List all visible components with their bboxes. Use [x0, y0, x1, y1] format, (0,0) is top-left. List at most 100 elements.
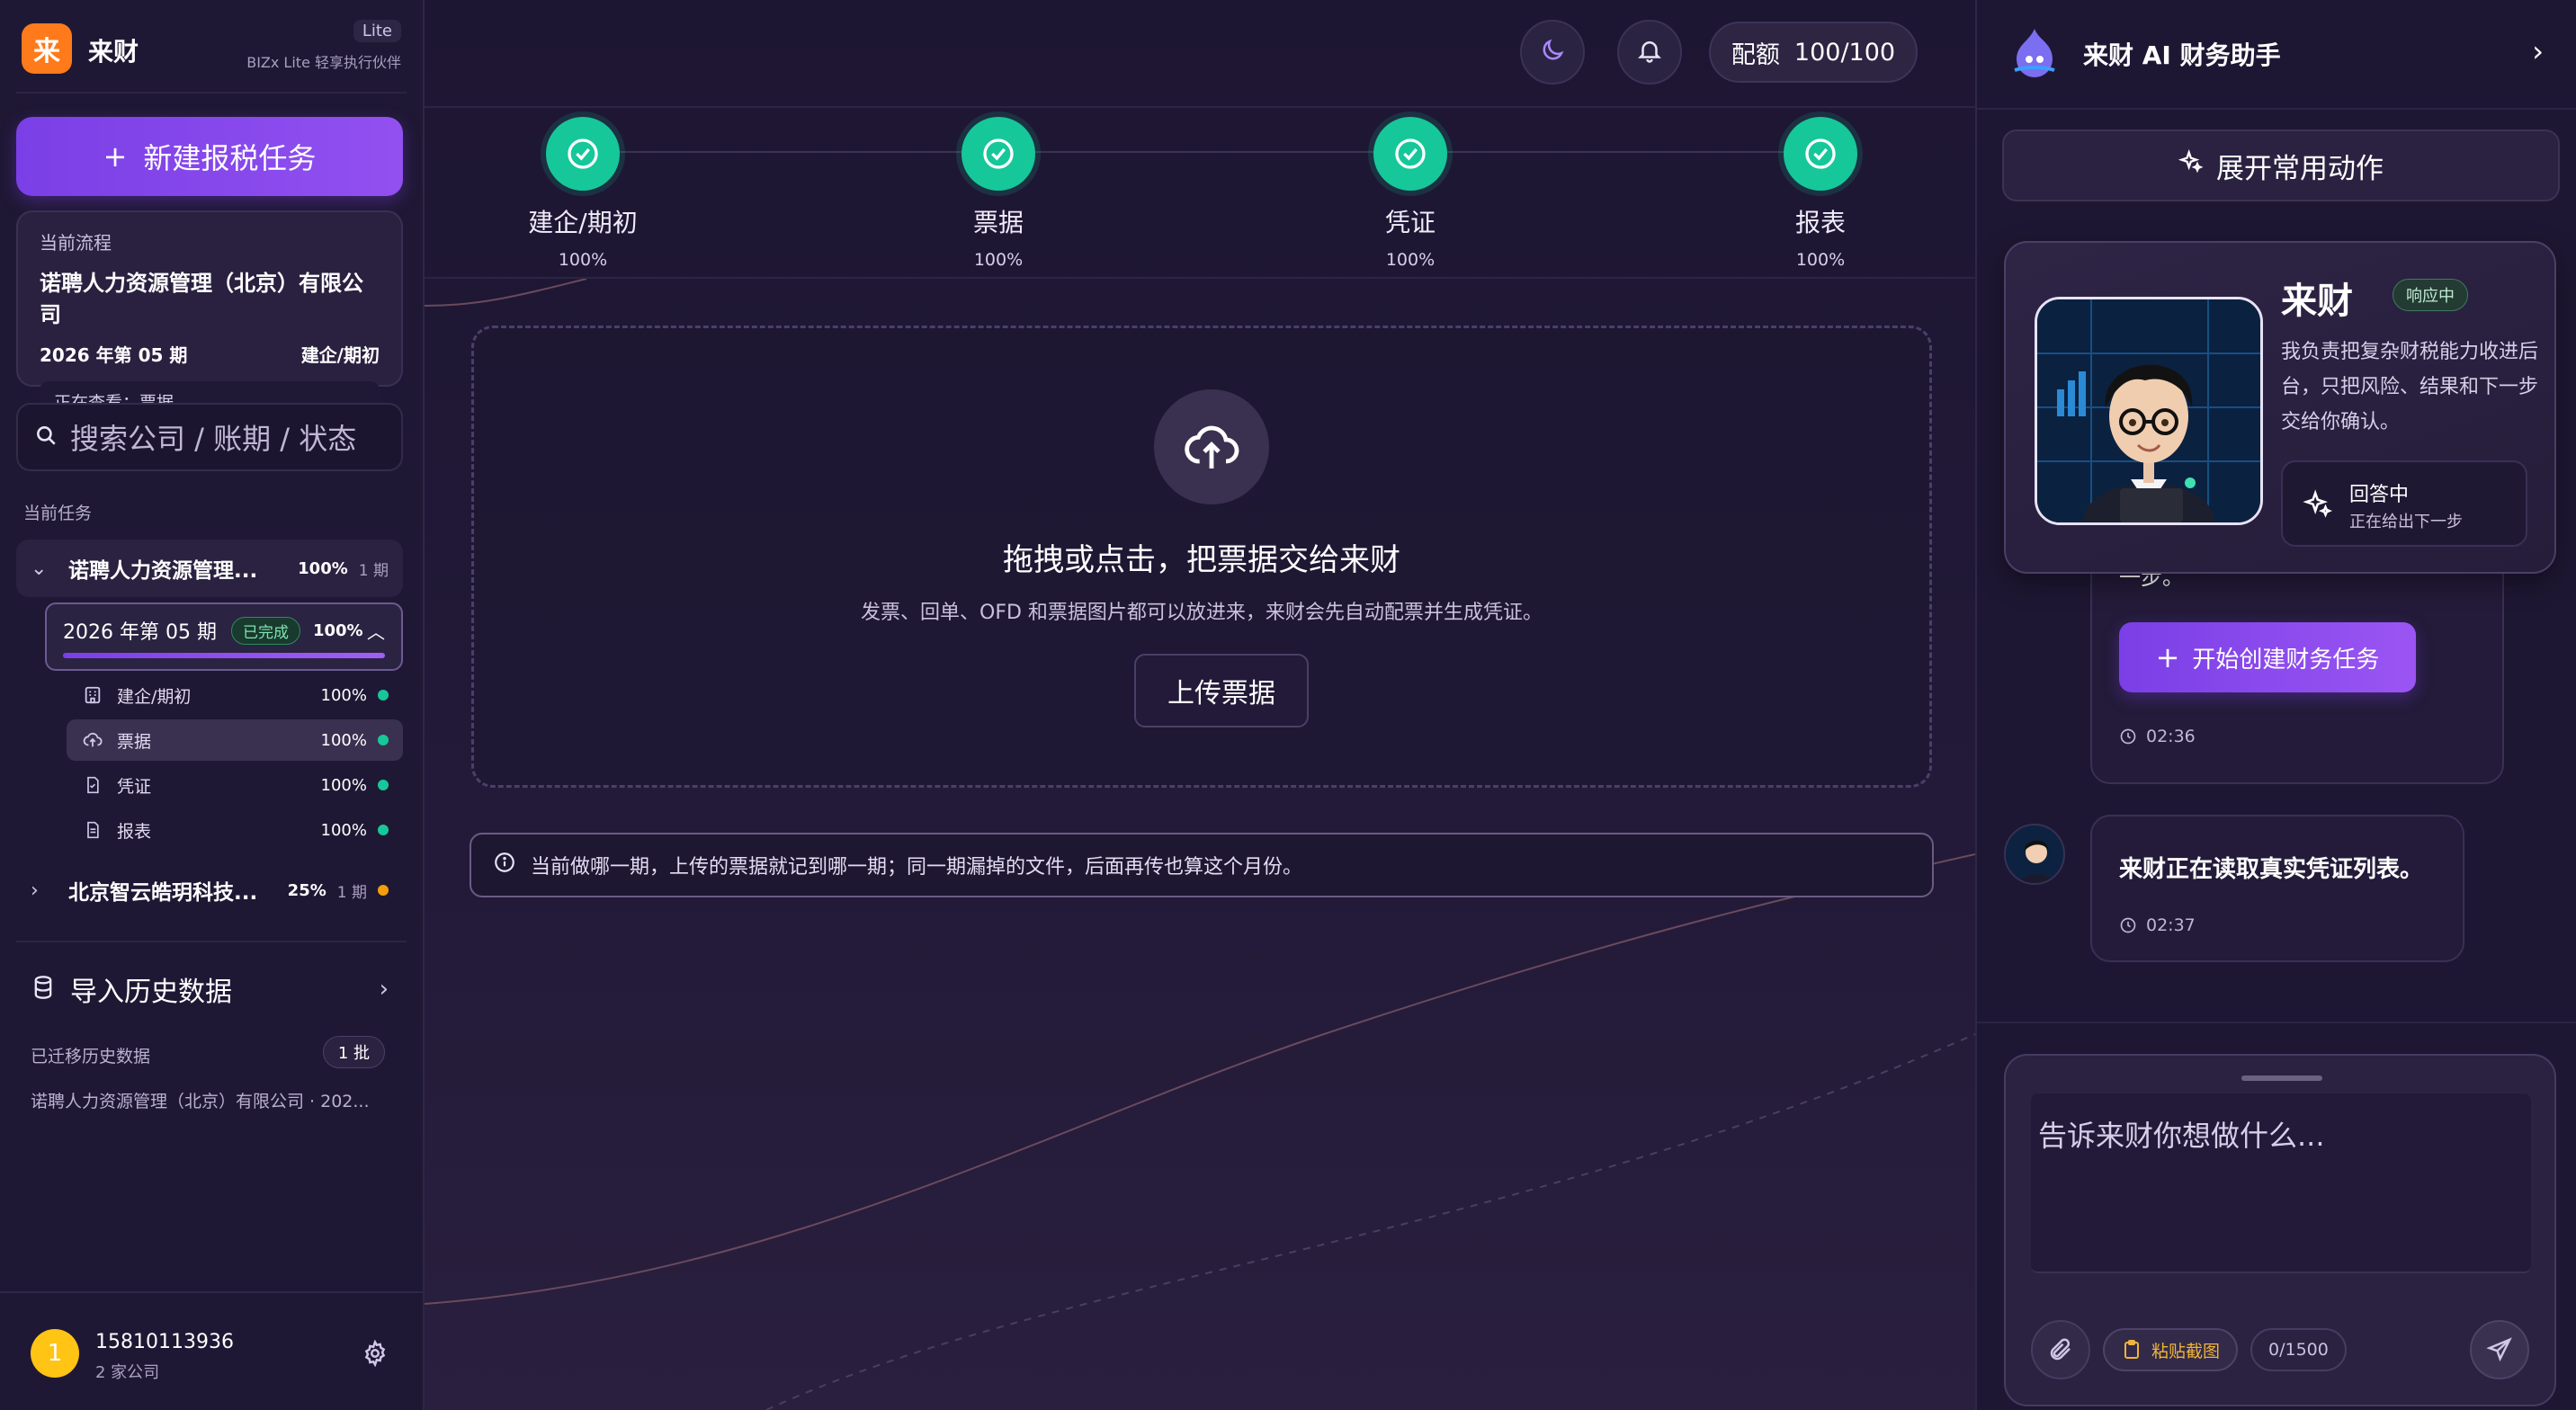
chevron-right-icon: ›: [31, 879, 39, 902]
step-voucher[interactable]: 凭证 100%: [1329, 117, 1491, 270]
clipboard-icon: [2124, 1340, 2139, 1359]
section-label: 当前任务: [23, 504, 93, 523]
brand-name: 来财: [88, 37, 139, 67]
info-notice: 当前做哪一期，上传的票据就记到哪一期；同一期漏掉的文件，后面再传也算这个月份。: [470, 833, 1934, 897]
check-icon: [962, 117, 1035, 191]
check-icon: [546, 117, 620, 191]
paste-screenshot-button[interactable]: 粘贴截图: [2103, 1328, 2239, 1371]
agent-description: 我负责把复杂财税能力收进后台，只把风险、结果和下一步交给你确认。: [2281, 341, 2539, 433]
step-label: 建企/期初: [528, 208, 638, 237]
main-content: 配额 100/100 建企/期初 100% 票据 100% 凭证 100% 报表…: [425, 0, 1975, 1410]
task-periods: 1 期: [358, 561, 389, 580]
sidebar-step-voucher[interactable]: 凭证 100%: [67, 764, 403, 806]
step-setup[interactable]: 建企/期初 100%: [502, 117, 664, 270]
status-dot: [378, 885, 389, 896]
database-icon: [31, 975, 56, 1004]
new-tax-task-button[interactable]: + 新建报税任务: [16, 117, 403, 196]
avatar[interactable]: 1: [31, 1329, 79, 1378]
message-input[interactable]: 告诉来财你想做什么...: [2031, 1093, 2531, 1273]
char-count: 0/1500: [2250, 1328, 2347, 1371]
step-name: 凭证: [117, 776, 152, 797]
step-label: 报表: [1794, 208, 1846, 237]
create-finance-task-label: 开始创建财务任务: [2192, 646, 2380, 674]
history-item[interactable]: 诺聘人力资源管理（北京）有限公司 · 202...: [31, 1088, 390, 1112]
check-icon: [1373, 117, 1447, 191]
upload-dropzone[interactable]: 拖拽或点击，把票据交给来财 发票、回单、OFD 和票据图片都可以放进来，来财会先…: [471, 326, 1932, 788]
expand-actions-label: 展开常用动作: [2216, 152, 2384, 185]
edition-badge: Lite: [353, 20, 401, 42]
gear-icon[interactable]: [362, 1339, 389, 1368]
sparkle-icon: [2178, 148, 2204, 182]
theme-toggle-button[interactable]: [1520, 20, 1585, 85]
sidebar-step-report[interactable]: 报表 100%: [67, 809, 403, 851]
voucher-icon: [81, 773, 104, 797]
clock-icon: [2120, 728, 2136, 745]
brand: 来 来财 Lite BIZx Lite 轻享执行伙伴: [22, 20, 401, 74]
step-name: 建企/期初: [117, 686, 192, 707]
notification-button[interactable]: [1617, 20, 1682, 85]
create-finance-task-button[interactable]: + 开始创建财务任务: [2119, 622, 2416, 692]
step-percent: 100%: [320, 685, 367, 705]
step-percent: 100%: [320, 820, 367, 840]
brand-tagline: BIZx Lite 轻享执行伙伴: [246, 54, 401, 71]
chevron-right-icon: ›: [379, 976, 389, 1003]
task-item[interactable]: › 北京智云皓玥科技... 25% 1 期: [16, 861, 403, 919]
quota-indicator[interactable]: 配额 100/100: [1709, 22, 1918, 83]
cloud-upload-icon: [81, 728, 104, 752]
step-percent: 100%: [320, 775, 367, 795]
chevron-up-icon[interactable]: ︿: [367, 618, 385, 644]
period-item[interactable]: 2026 年第 05 期 已完成 100% ︿: [45, 602, 403, 671]
period-progress-bar: [63, 653, 385, 658]
chevron-down-icon: ⌄: [31, 557, 48, 580]
dropzone-description: 发票、回单、OFD 和票据图片都可以放进来，来财会先自动配票并生成凭证。: [861, 602, 1543, 624]
new-tax-task-label: 新建报税任务: [143, 141, 317, 175]
status-dot: [378, 735, 389, 745]
current-flow-period: 2026 年第 05 期: [40, 344, 188, 366]
divider: [16, 92, 407, 94]
status-badge: 响应中: [2393, 279, 2468, 311]
resize-handle[interactable]: [2241, 1075, 2322, 1081]
task-item[interactable]: ⌄ 诺聘人力资源管理... 100% 1 期: [16, 540, 403, 597]
chat-message: 一步。 + 开始创建财务任务 02:36: [2090, 540, 2504, 784]
message-text: 来财正在读取真实凭证列表。: [2119, 856, 2424, 883]
sidebar-step-setup[interactable]: 建企/期初 100%: [67, 674, 403, 716]
task-percent: 100%: [298, 558, 348, 578]
step-name: 报表: [117, 821, 152, 842]
status-dot: [378, 825, 389, 835]
divider: [16, 941, 407, 942]
current-flow-label: 当前流程: [40, 232, 112, 254]
search-icon: [34, 424, 58, 451]
search-input[interactable]: 搜索公司 / 账期 / 状态: [16, 403, 403, 471]
sidebar-step-receipts[interactable]: 票据 100%: [67, 719, 403, 761]
quota-label: 配额: [1731, 40, 1780, 69]
step-receipts[interactable]: 票据 100%: [917, 117, 1079, 270]
current-flow-card[interactable]: 当前流程 诺聘人力资源管理（北京）有限公司 2026 年第 05 期 建企/期初…: [16, 210, 403, 421]
message-time: 02:37: [2119, 915, 2196, 935]
bell-icon: [1636, 37, 1663, 67]
agent-state: 回答中 正在给出下一步: [2281, 460, 2527, 547]
assistant-panel: 来财 AI 财务助手 › 展开常用动作 一步。 + 开始创建财务任务 02:36: [1975, 0, 2576, 1410]
paperclip-icon: [2050, 1338, 2071, 1361]
step-label: 票据: [972, 208, 1024, 237]
batch-badge: 1 批: [322, 1036, 385, 1068]
expand-actions-button[interactable]: 展开常用动作: [2002, 129, 2560, 201]
send-button[interactable]: [2470, 1320, 2529, 1379]
step-report[interactable]: 报表 100%: [1740, 117, 1901, 270]
composer: 告诉来财你想做什么... 粘贴截图 0/1500: [2004, 1054, 2556, 1406]
assistant-title: 来财 AI 财务助手: [2083, 40, 2281, 70]
step-value: 100%: [1385, 250, 1436, 270]
current-flow-company: 诺聘人力资源管理（北京）有限公司: [40, 271, 363, 327]
agent-avatar: [2035, 297, 2263, 525]
upload-receipts-button[interactable]: 上传票据: [1134, 654, 1309, 727]
step-value: 100%: [1795, 250, 1846, 270]
import-history-button[interactable]: 导入历史数据 ›: [16, 964, 403, 1014]
dropzone-title: 拖拽或点击，把票据交给来财: [1003, 542, 1400, 578]
check-icon: [1784, 117, 1857, 191]
chat-thread: 一步。 + 开始创建财务任务 02:36 来财正在读取真实凭证列表。 02:37: [1977, 540, 2576, 1016]
chevron-right-icon[interactable]: ›: [2532, 34, 2544, 68]
assistant-header: 来财 AI 财务助手 ›: [1977, 0, 2576, 110]
progress-stepper: 建企/期初 100% 票据 100% 凭证 100% 报表 100%: [425, 108, 1975, 279]
plus-icon: +: [2155, 640, 2180, 674]
attach-button[interactable]: [2031, 1320, 2090, 1379]
task-periods: 1 期: [336, 883, 367, 902]
